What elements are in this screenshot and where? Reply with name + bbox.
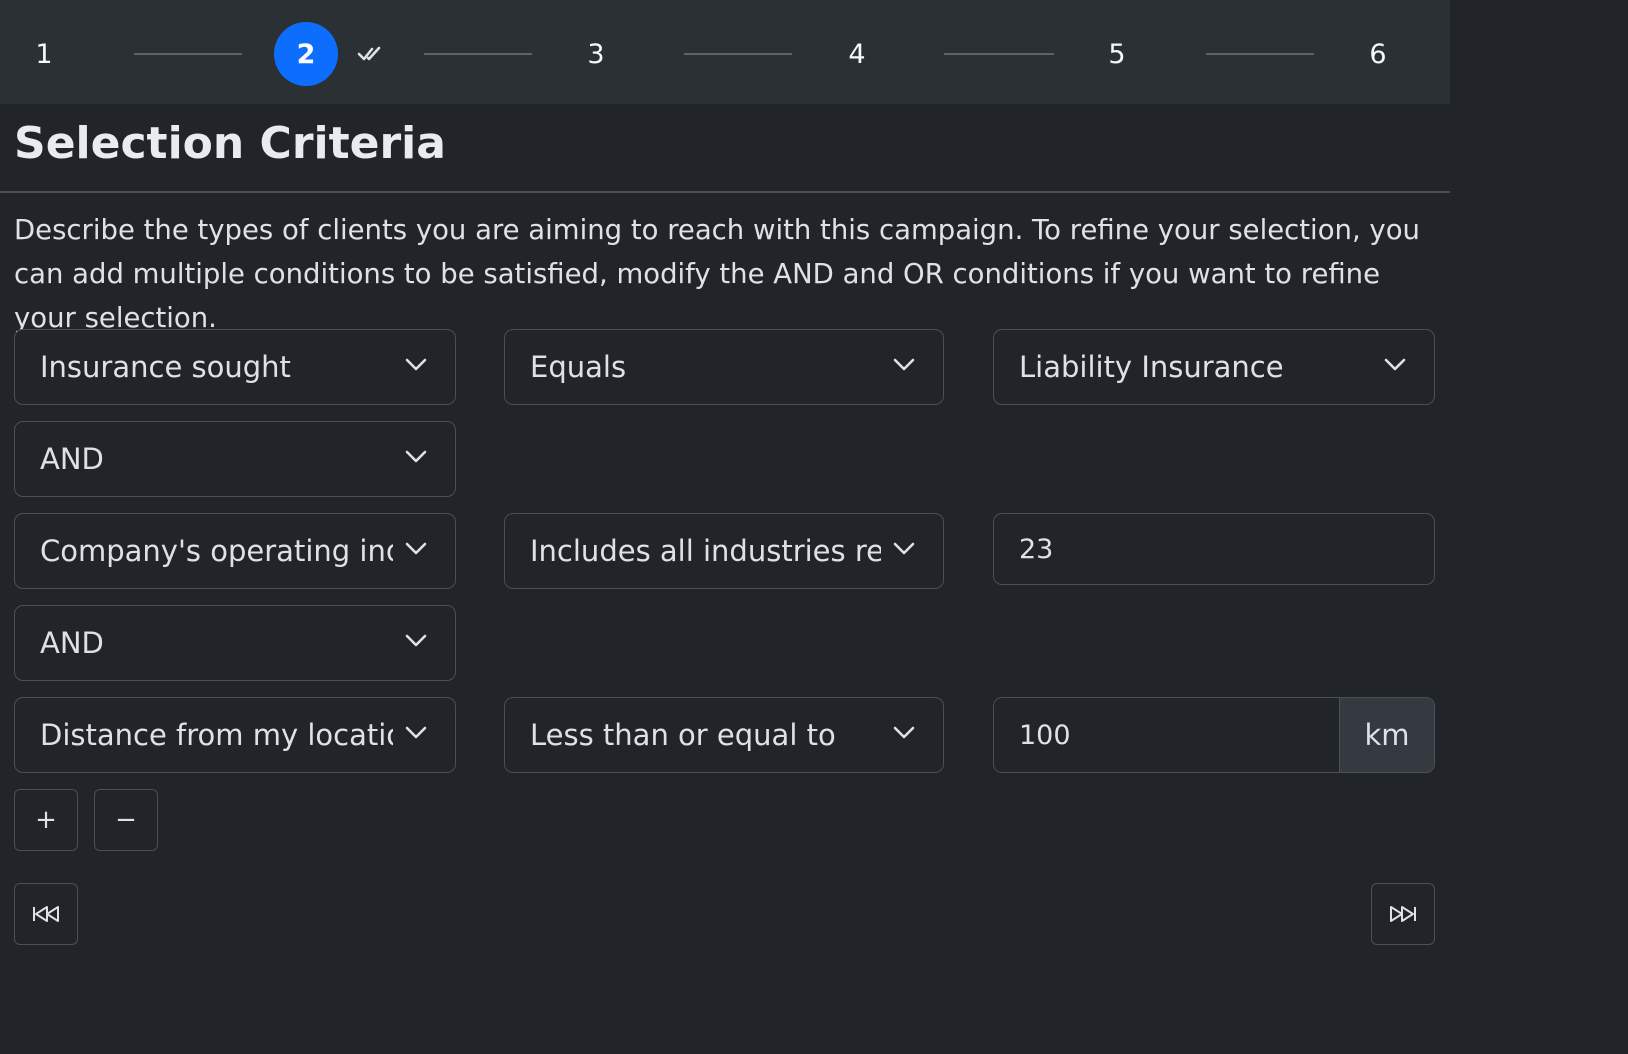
page-description: Describe the types of clients you are ai… bbox=[14, 214, 1420, 334]
chevron-down-icon bbox=[405, 358, 427, 371]
step-connector bbox=[1206, 53, 1314, 55]
criteria-operator-select-2[interactable]: Includes all industries related to bbox=[504, 513, 944, 589]
step-connector bbox=[944, 53, 1054, 55]
criteria-operator-select-3[interactable]: Less than or equal to bbox=[504, 697, 944, 773]
campaign-wizard: 1 2 3 4 5 6 Selection Criteria Describe … bbox=[0, 0, 1450, 1054]
criteria-field-select-2[interactable]: Company's operating industry bbox=[14, 513, 456, 589]
step-5[interactable]: 5 bbox=[1085, 22, 1149, 86]
logic-connector-select-2[interactable]: AND bbox=[14, 605, 456, 681]
select-value: Company's operating industry bbox=[40, 534, 393, 568]
double-check-icon bbox=[357, 46, 381, 61]
distance-unit-addon: km bbox=[1339, 698, 1434, 772]
criteria-value-input-2[interactable]: 23 bbox=[993, 513, 1435, 585]
criteria-value-select-1[interactable]: Liability Insurance bbox=[993, 329, 1435, 405]
chevron-down-icon bbox=[405, 726, 427, 739]
skip-backward-icon bbox=[33, 906, 59, 922]
title-divider bbox=[0, 191, 1450, 193]
select-value: Includes all industries related to bbox=[530, 534, 881, 568]
input-value: 23 bbox=[1019, 533, 1054, 565]
add-condition-button[interactable]: + bbox=[14, 789, 78, 851]
chevron-down-icon bbox=[893, 358, 915, 371]
select-value: Distance from my location bbox=[40, 718, 393, 752]
step-connector bbox=[424, 53, 532, 55]
criteria-field-select-3[interactable]: Distance from my location bbox=[14, 697, 456, 773]
chevron-down-icon bbox=[893, 726, 915, 739]
step-3[interactable]: 3 bbox=[564, 22, 628, 86]
input-value: 100 bbox=[1019, 719, 1071, 751]
chevron-down-icon bbox=[405, 634, 427, 647]
select-value: AND bbox=[40, 626, 104, 660]
select-value: Equals bbox=[530, 350, 627, 384]
step-connector bbox=[134, 53, 242, 55]
criteria-field-select-1[interactable]: Insurance sought bbox=[14, 329, 456, 405]
distance-value-input[interactable]: 100 bbox=[994, 698, 1339, 772]
select-value: Less than or equal to bbox=[530, 718, 836, 752]
select-value: Liability Insurance bbox=[1019, 350, 1284, 384]
distance-input-group: 100 km bbox=[993, 697, 1435, 773]
logic-connector-select-1[interactable]: AND bbox=[14, 421, 456, 497]
skip-forward-icon bbox=[1390, 906, 1416, 922]
step-1[interactable]: 1 bbox=[12, 22, 76, 86]
step-2-active[interactable]: 2 bbox=[274, 22, 338, 86]
chevron-down-icon bbox=[1384, 358, 1406, 371]
first-step-button[interactable] bbox=[14, 883, 78, 945]
stepper: 1 2 3 4 5 6 bbox=[0, 0, 1450, 104]
last-step-button[interactable] bbox=[1371, 883, 1435, 945]
select-value: Insurance sought bbox=[40, 350, 291, 384]
remove-condition-button[interactable]: − bbox=[94, 789, 158, 851]
criteria-operator-select-1[interactable]: Equals bbox=[504, 329, 944, 405]
chevron-down-icon bbox=[405, 450, 427, 463]
step-6[interactable]: 6 bbox=[1346, 22, 1410, 86]
step-connector bbox=[684, 53, 792, 55]
page-title: Selection Criteria bbox=[14, 118, 446, 169]
step-4[interactable]: 4 bbox=[825, 22, 889, 86]
select-value: AND bbox=[40, 442, 104, 476]
chevron-down-icon bbox=[893, 542, 915, 555]
chevron-down-icon bbox=[405, 542, 427, 555]
